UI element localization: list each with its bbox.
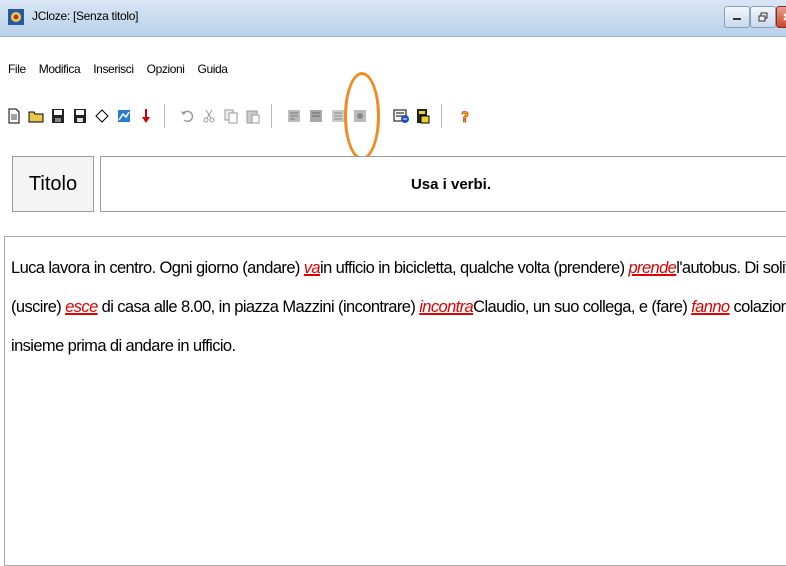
export-web-icon[interactable] bbox=[393, 108, 409, 124]
menu-bar: File Modifica Inserisci Opzioni Guida bbox=[0, 58, 786, 80]
text-segment: Luca lavora in centro. Ogni giorno (anda… bbox=[11, 259, 304, 277]
minimize-icon bbox=[733, 18, 741, 20]
gap-add-icon[interactable] bbox=[286, 108, 302, 124]
titolo-field[interactable]: Usa i verbi. bbox=[100, 156, 786, 212]
export-html-icon[interactable] bbox=[415, 108, 431, 124]
diamond-icon[interactable] bbox=[94, 108, 110, 124]
gap-word[interactable]: va bbox=[304, 259, 321, 277]
highlight-circle bbox=[344, 72, 380, 160]
gap-word[interactable]: incontra bbox=[419, 298, 474, 316]
gap-word[interactable]: fanno bbox=[691, 298, 730, 316]
text-segment: in ufficio in bicicletta, qualche volta … bbox=[320, 259, 629, 277]
menu-opzioni[interactable]: Opzioni bbox=[139, 58, 190, 80]
chart-icon[interactable] bbox=[116, 108, 132, 124]
menu-file[interactable]: File bbox=[0, 58, 31, 80]
toolbar-separator bbox=[164, 104, 165, 128]
title-bar: JCloze: [Senza titolo] bbox=[0, 0, 786, 37]
gap-word[interactable]: prende bbox=[628, 259, 676, 277]
close-icon bbox=[783, 13, 786, 21]
restore-button[interactable] bbox=[750, 6, 776, 28]
save-icon[interactable] bbox=[50, 108, 66, 124]
help-icon[interactable]: ? bbox=[456, 108, 472, 124]
svg-text:?: ? bbox=[461, 110, 469, 124]
undo-icon[interactable] bbox=[179, 108, 195, 124]
save-as-icon[interactable] bbox=[72, 108, 88, 124]
gap-word[interactable]: esce bbox=[65, 298, 98, 316]
toolbar: ? bbox=[0, 98, 786, 134]
toolbar-separator bbox=[271, 104, 272, 128]
close-button[interactable] bbox=[776, 6, 786, 28]
cut-icon[interactable] bbox=[201, 108, 217, 124]
menu-inserisci[interactable]: Inserisci bbox=[85, 58, 138, 80]
jcloze-app-icon bbox=[8, 9, 24, 25]
gap-remove-icon[interactable] bbox=[308, 108, 324, 124]
open-folder-icon[interactable] bbox=[28, 108, 44, 124]
paste-icon[interactable] bbox=[245, 108, 261, 124]
cloze-text-area[interactable]: Luca lavora in centro. Ogni giorno (anda… bbox=[4, 236, 786, 566]
text-segment: Claudio, un suo collega, e (fare) bbox=[473, 298, 692, 316]
title-row: Titolo Usa i verbi. bbox=[0, 152, 786, 218]
titolo-label: Titolo bbox=[12, 156, 94, 212]
menu-modifica[interactable]: Modifica bbox=[31, 58, 85, 80]
new-file-icon[interactable] bbox=[6, 108, 22, 124]
text-segment: di casa alle 8.00, in piazza Mazzini (in… bbox=[97, 298, 420, 316]
window-title: JCloze: [Senza titolo] bbox=[32, 9, 139, 23]
menu-guida[interactable]: Guida bbox=[190, 58, 233, 80]
arrow-down-icon[interactable] bbox=[138, 108, 154, 124]
toolbar-separator bbox=[441, 104, 442, 128]
copy-icon[interactable] bbox=[223, 108, 239, 124]
minimize-button[interactable] bbox=[724, 6, 750, 28]
restore-icon bbox=[758, 12, 768, 22]
